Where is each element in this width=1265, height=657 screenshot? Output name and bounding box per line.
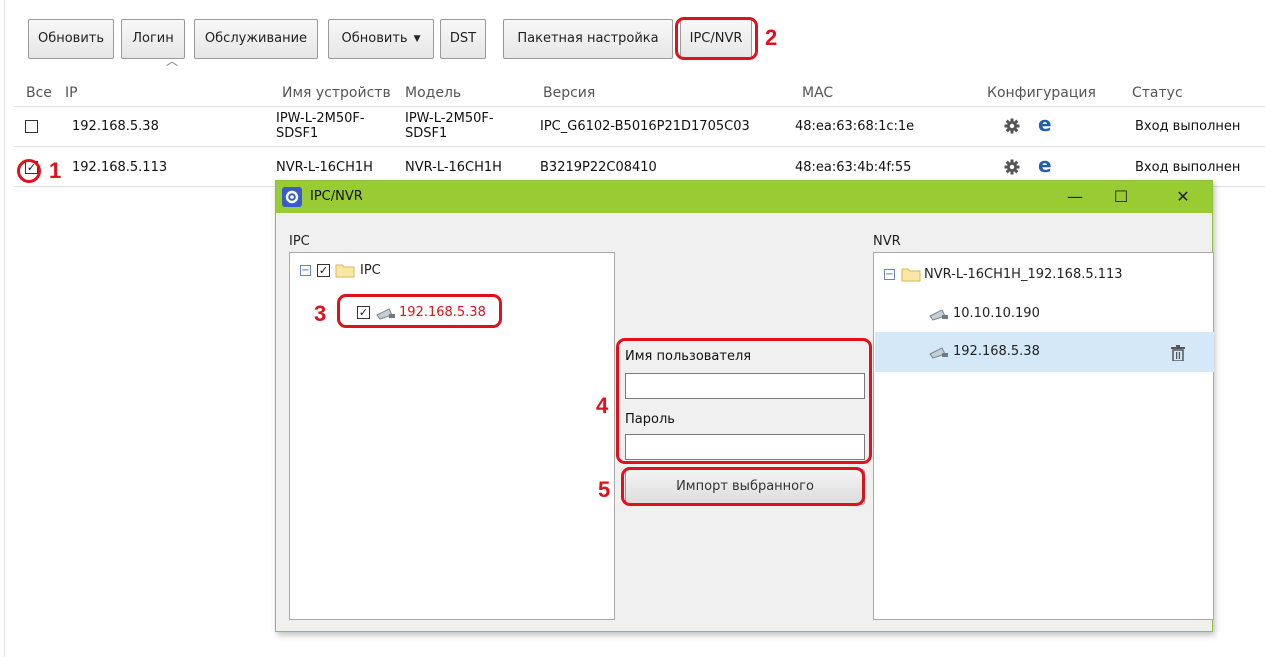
- close-icon[interactable]: ✕: [1160, 181, 1206, 213]
- collapse-icon[interactable]: −: [300, 265, 311, 276]
- update-dropdown-label: Обновить: [341, 31, 408, 46]
- nvr-tree-root[interactable]: − NVR-L-16CH1H_192.168.5.113: [884, 265, 1184, 285]
- nvr-channel-ip: 10.10.10.190: [953, 306, 1040, 321]
- row-device-name-line2: SDSF1: [276, 126, 319, 141]
- header-model[interactable]: Модель: [405, 85, 461, 101]
- gear-icon[interactable]: [1004, 118, 1020, 134]
- ipc-device-ip: 192.168.5.38: [399, 305, 486, 320]
- nvr-tree-channel-selected[interactable]: 192.168.5.38: [928, 342, 1128, 362]
- password-input[interactable]: [625, 434, 865, 460]
- camera-icon: [929, 347, 948, 359]
- ipc-tree-panel[interactable]: − ✓ IPC ✓ 192.168.5.38: [289, 252, 615, 620]
- ipc-tree-root[interactable]: − ✓ IPC: [300, 261, 500, 281]
- update-dropdown-button[interactable]: Обновить ▼: [328, 19, 434, 59]
- maximize-icon[interactable]: ☐: [1098, 181, 1144, 213]
- header-device-name[interactable]: Имя устройств: [282, 85, 391, 101]
- ipc-tree-device[interactable]: ✓ 192.168.5.38: [357, 303, 517, 323]
- row-device-name: NVR-L-16CH1H: [276, 160, 373, 175]
- row-model-line2: SDSF1: [405, 126, 448, 141]
- dst-button[interactable]: DST: [440, 19, 486, 59]
- row-version: IPC_G6102-B5016P21D1705C03: [540, 119, 750, 134]
- header-select-all[interactable]: Все: [26, 85, 52, 101]
- row-ip: 192.168.5.38: [72, 119, 159, 134]
- ipc-device-checkbox[interactable]: ✓: [357, 306, 370, 319]
- row-checkbox-checked[interactable]: ✓: [25, 161, 38, 174]
- refresh-button[interactable]: Обновить: [28, 19, 114, 59]
- username-input[interactable]: [625, 373, 865, 399]
- header-status[interactable]: Статус: [1132, 85, 1183, 101]
- password-label: Пароль: [625, 412, 675, 427]
- folder-icon: [335, 264, 355, 278]
- row-status: Вход выполнен: [1135, 119, 1241, 134]
- window-left-border: [4, 0, 5, 657]
- annotation-number-4: 4: [596, 393, 609, 418]
- chevron-down-icon: ▼: [413, 34, 421, 44]
- browser-e-icon[interactable]: e: [1038, 155, 1052, 175]
- browser-e-icon[interactable]: e: [1038, 114, 1052, 134]
- ipc-nvr-dialog: IPC/NVR — ☐ ✕ IPC − ✓ IPC ✓ 192.168.5.38…: [275, 180, 1214, 632]
- annotation-number-3: 3: [314, 301, 327, 326]
- gear-icon[interactable]: [1004, 159, 1020, 175]
- nvr-tree-panel[interactable]: − NVR-L-16CH1H_192.168.5.113 10.10.10.19…: [873, 252, 1214, 620]
- username-label: Имя пользователя: [625, 349, 752, 364]
- row-checkbox[interactable]: [25, 120, 38, 133]
- sort-ascending-icon: ︿: [166, 54, 179, 68]
- maintenance-button[interactable]: Обслуживание: [194, 19, 318, 59]
- annotation-number-1: 1: [49, 158, 62, 183]
- app-icon: [282, 187, 302, 207]
- ipc-nvr-button[interactable]: IPC/NVR: [680, 19, 752, 59]
- header-divider: [14, 106, 1265, 107]
- camera-icon: [929, 309, 948, 321]
- annotation-number-5: 5: [598, 477, 611, 502]
- row-model-line1: IPW-L-2M50F-: [405, 111, 494, 126]
- header-config[interactable]: Конфигурация: [987, 85, 1096, 101]
- row-model: NVR-L-16CH1H: [405, 160, 502, 175]
- batch-settings-button[interactable]: Пакетная настройка: [503, 19, 673, 59]
- table-row[interactable]: 192.168.5.38 IPW-L-2M50F- SDSF1 IPW-L-2M…: [22, 108, 1265, 146]
- row-status: Вход выполнен: [1135, 160, 1241, 175]
- nvr-tree-channel[interactable]: 10.10.10.190: [928, 304, 1128, 324]
- row-divider: [14, 146, 1265, 147]
- annotation-number-2: 2: [765, 25, 778, 50]
- nvr-root-label: NVR-L-16CH1H_192.168.5.113: [924, 267, 1123, 282]
- folder-icon: [901, 268, 921, 282]
- minimize-icon[interactable]: —: [1052, 181, 1098, 213]
- dialog-title: IPC/NVR: [310, 189, 363, 204]
- collapse-icon[interactable]: −: [884, 269, 895, 280]
- ipc-panel-label: IPC: [289, 234, 310, 249]
- camera-icon: [376, 308, 395, 320]
- ipc-root-label: IPC: [360, 263, 381, 278]
- import-selected-button[interactable]: Импорт выбранного: [625, 469, 865, 505]
- row-mac: 48:ea:63:4b:4f:55: [795, 160, 912, 175]
- table-header: Все IP Имя устройств Модель Версия MAC К…: [22, 79, 1265, 107]
- nvr-panel-label: NVR: [873, 234, 901, 249]
- row-device-name-line1: IPW-L-2M50F-: [276, 111, 365, 126]
- row-mac: 48:ea:63:68:1c:1e: [795, 119, 915, 134]
- nvr-channel-ip: 192.168.5.38: [953, 344, 1040, 359]
- dialog-titlebar: IPC/NVR — ☐ ✕: [276, 181, 1212, 213]
- trash-icon[interactable]: [1171, 345, 1185, 361]
- row-ip: 192.168.5.113: [72, 160, 168, 175]
- header-mac[interactable]: MAC: [802, 85, 833, 101]
- header-ip[interactable]: IP: [65, 85, 78, 101]
- ipc-root-checkbox[interactable]: ✓: [317, 264, 330, 277]
- header-version[interactable]: Версия: [543, 85, 595, 101]
- row-version: B3219P22C08410: [540, 160, 657, 175]
